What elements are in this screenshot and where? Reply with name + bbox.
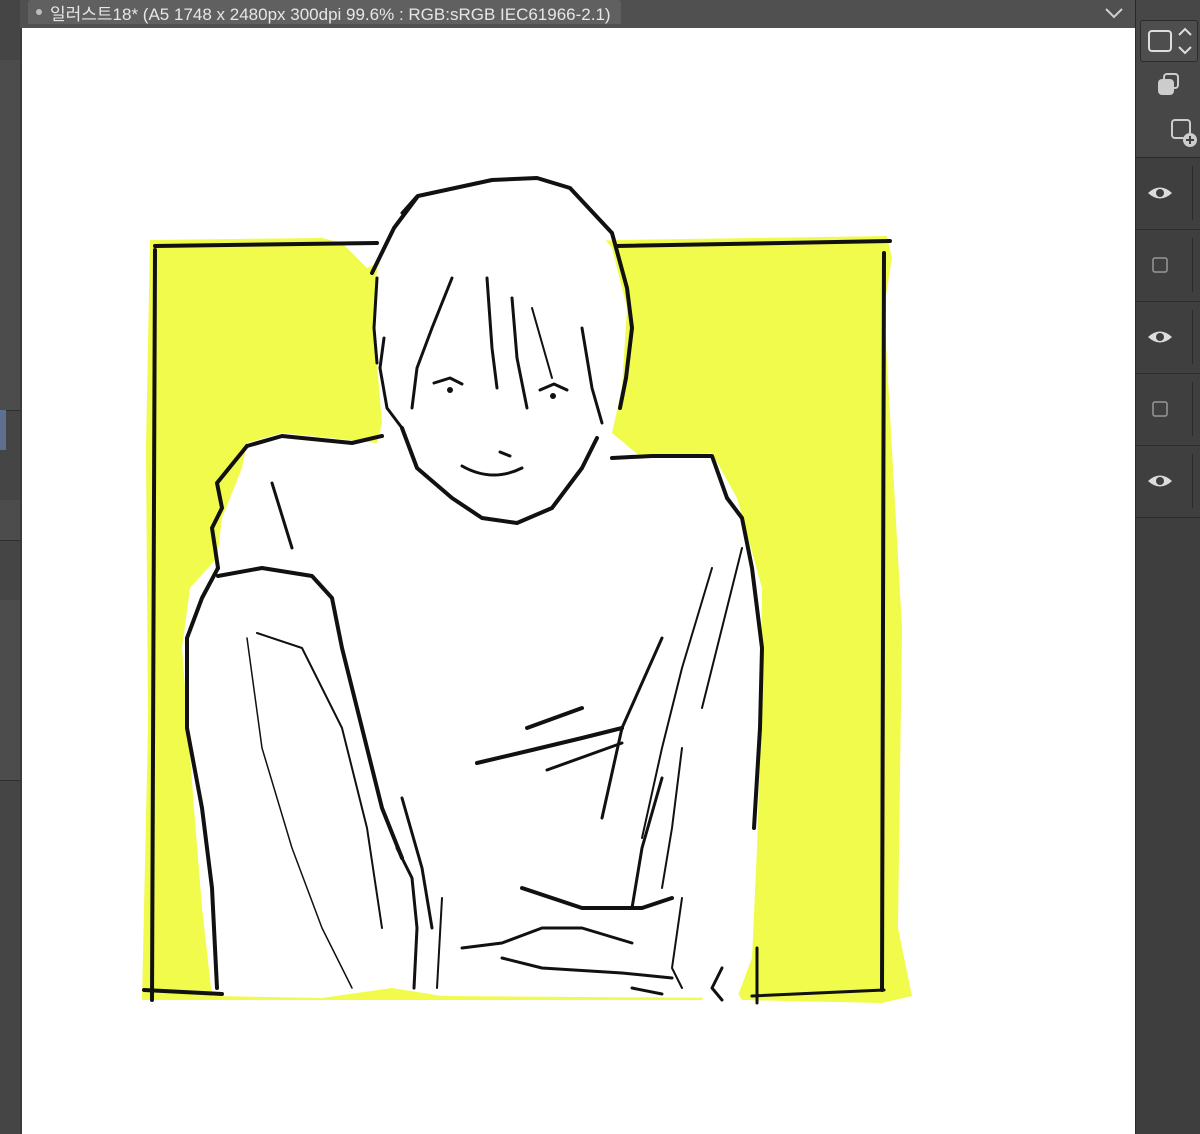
tool-slot[interactable] [0,100,20,161]
square-select-icon[interactable] [1140,20,1198,62]
layer-row[interactable] [1136,230,1200,302]
chevron-down-icon[interactable] [1103,2,1125,24]
add-layer-icon[interactable] [1168,116,1198,148]
eye-icon[interactable] [1146,468,1174,494]
layers-panel-toolbar [1136,0,1200,158]
copy-layer-icon[interactable] [1154,70,1184,100]
eye-icon[interactable] [1146,180,1174,206]
document-tab[interactable]: 일러스트18* (A5 1748 x 2480px 300dpi 99.6% :… [28,0,621,24]
tool-slot[interactable] [0,300,20,411]
tool-slot[interactable] [0,160,20,301]
tool-slot[interactable] [0,500,20,541]
layer-row[interactable] [1136,158,1200,230]
selected-tool-indicator [0,410,6,450]
document-title: 일러스트18* (A5 1748 x 2480px 300dpi 99.6% :… [50,4,611,24]
document-tab-bar: 일러스트18* (A5 1748 x 2480px 300dpi 99.6% :… [20,0,1135,28]
layer-thumbnail [1192,454,1200,508]
eye-icon[interactable] [1146,324,1174,350]
layer-thumbnail [1192,166,1200,220]
layer-row[interactable] [1136,446,1200,518]
checkbox-icon[interactable] [1146,396,1174,422]
layer-row[interactable] [1136,302,1200,374]
layer-thumbnail [1192,310,1200,364]
sketch-illustration [142,176,912,1005]
drawing-canvas[interactable] [22,28,1135,1134]
layer-thumbnail [1192,382,1200,436]
layers-panel [1135,0,1200,1134]
left-tool-strip [0,0,20,1134]
tool-slot[interactable] [0,60,20,101]
unsaved-dot-icon [36,9,42,15]
layer-row[interactable] [1136,374,1200,446]
checkbox-icon[interactable] [1146,252,1174,278]
layer-thumbnail [1192,238,1200,292]
tool-slot[interactable] [0,600,20,781]
